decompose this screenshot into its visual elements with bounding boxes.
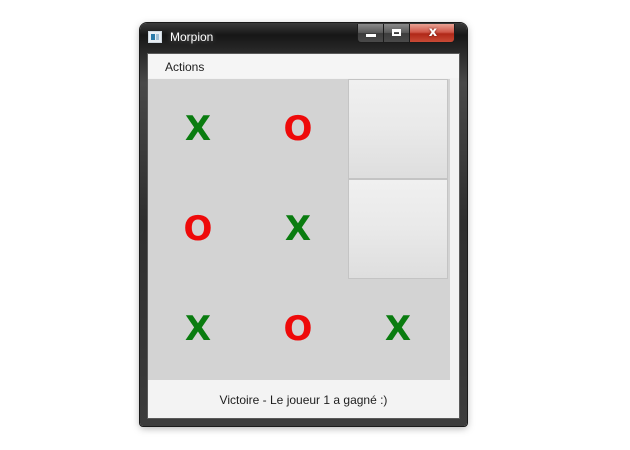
game-board: X O O X X O X: [148, 79, 450, 380]
board-cell-2-2[interactable]: X: [248, 179, 348, 279]
minimize-icon: [366, 34, 376, 37]
caption-buttons: x: [357, 24, 455, 43]
title-bar[interactable]: Morpion x: [140, 23, 467, 53]
status-bar: Victoire - Le joueur 1 a gagné :): [148, 380, 459, 418]
board-cell-3-2[interactable]: O: [248, 279, 348, 379]
app-window-icon[interactable]: [148, 31, 162, 43]
app-window: Morpion x Actions X O O X X O X Victoire…: [140, 23, 467, 426]
menu-item-actions[interactable]: Actions: [157, 54, 212, 78]
board-cell-3-3[interactable]: X: [348, 279, 448, 379]
maximize-button[interactable]: [383, 24, 409, 43]
window-title: Morpion: [170, 30, 214, 44]
status-message: Victoire - Le joueur 1 a gagné :): [219, 393, 388, 407]
board-cell-1-1[interactable]: X: [148, 79, 248, 179]
client-area: Actions X O O X X O X Victoire - Le joue…: [147, 53, 460, 419]
board-cell-2-3[interactable]: [348, 179, 448, 279]
board-cell-1-2[interactable]: O: [248, 79, 348, 179]
board-cell-2-1[interactable]: O: [148, 179, 248, 279]
menu-bar: Actions: [148, 54, 459, 78]
close-icon: x: [428, 25, 438, 40]
maximize-icon: [392, 29, 401, 36]
board-cell-1-3[interactable]: [348, 79, 448, 179]
minimize-button[interactable]: [357, 24, 383, 43]
close-button[interactable]: x: [409, 24, 455, 43]
board-cell-3-1[interactable]: X: [148, 279, 248, 379]
